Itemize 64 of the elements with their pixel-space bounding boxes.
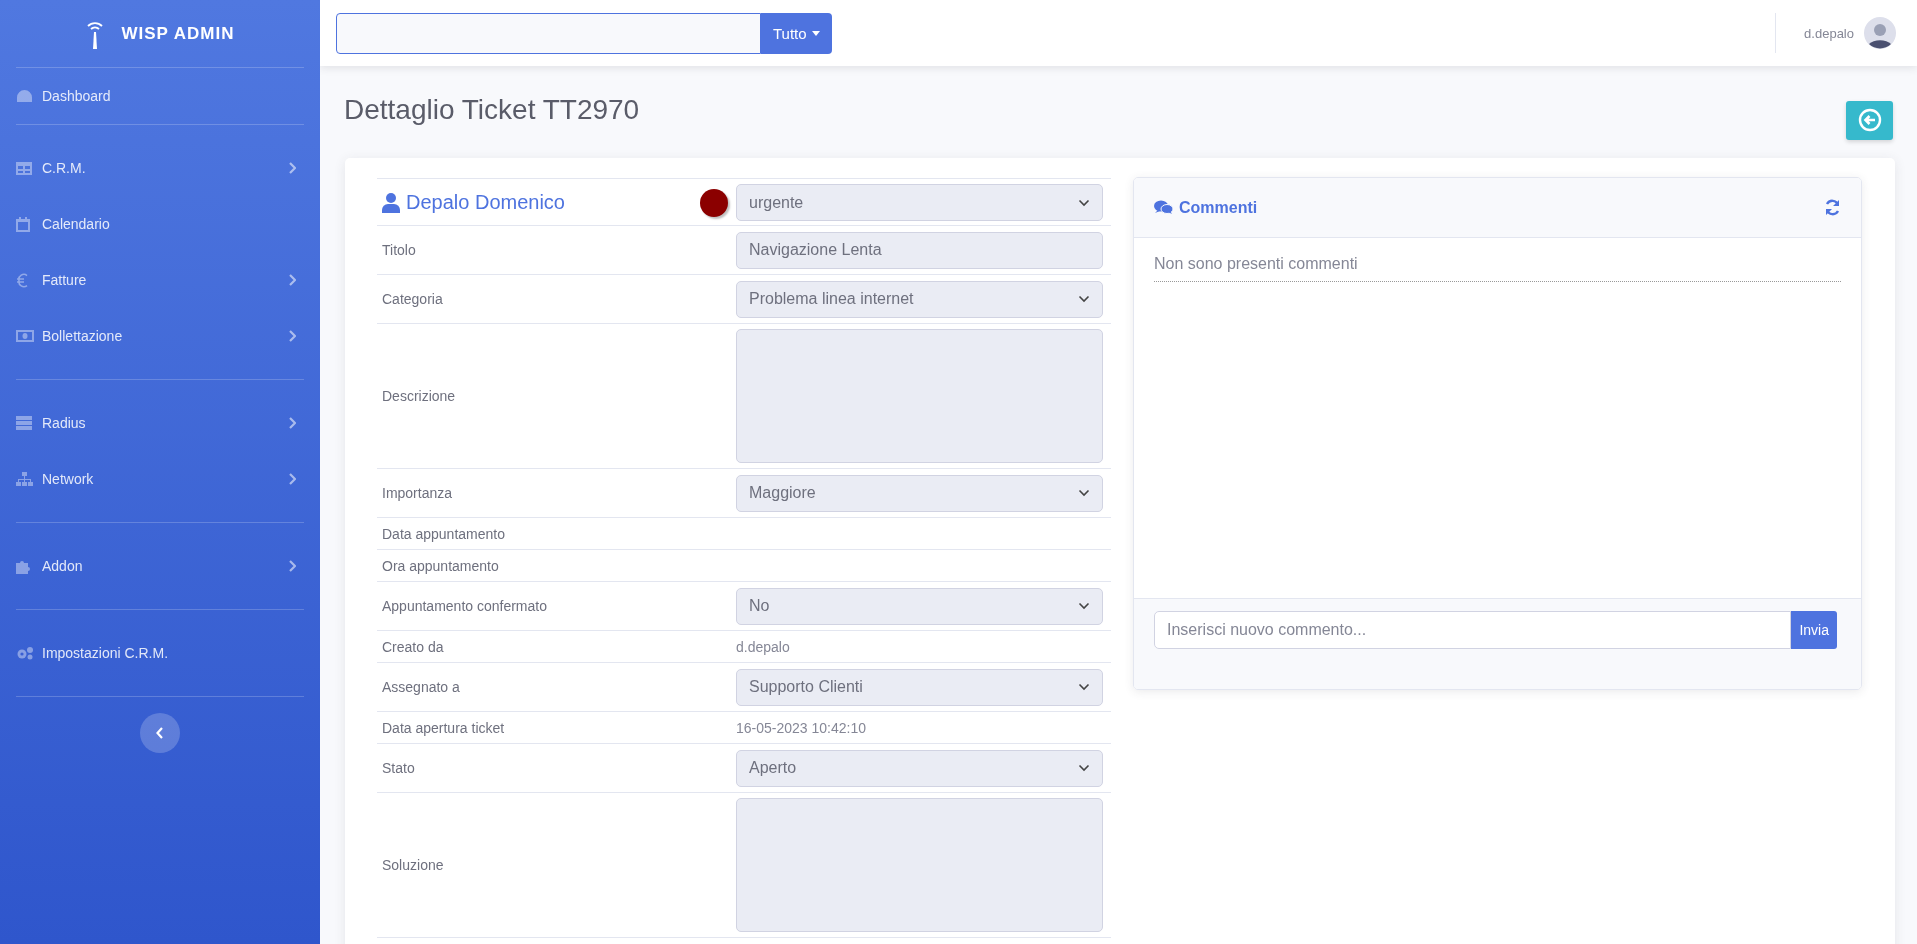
sidebar-item[interactable]: Radius bbox=[16, 395, 304, 451]
field-label: Titolo bbox=[381, 242, 417, 258]
brand-name: WISP ADMIN bbox=[121, 23, 235, 44]
filter-dropdown-button[interactable]: Tutto bbox=[761, 12, 832, 54]
euro-icon bbox=[16, 272, 28, 288]
priority-select[interactable]: urgente bbox=[736, 184, 1103, 221]
sidebar-item[interactable]: C.R.M. bbox=[16, 140, 304, 196]
field-label: Data appuntamento bbox=[381, 525, 506, 542]
calendar-icon bbox=[16, 216, 30, 232]
circle-arrow-left-icon bbox=[1857, 108, 1882, 132]
dropdown-select[interactable]: Supporto Clienti bbox=[736, 668, 1103, 706]
field-label: Data apertura ticket bbox=[381, 719, 506, 736]
sidebar-item[interactable]: Impostazioni C.R.M. bbox=[16, 625, 304, 681]
dropdown-select[interactable]: Aperto bbox=[736, 749, 1103, 787]
table-icon bbox=[16, 161, 32, 175]
title-input-field[interactable]: Navigazione Lenta bbox=[736, 231, 1103, 269]
field-value: d.depalo bbox=[736, 638, 790, 655]
refresh-icon[interactable] bbox=[1824, 199, 1841, 216]
send-button[interactable]: Invia bbox=[1791, 611, 1837, 649]
field-label: Soluzione bbox=[381, 857, 445, 873]
caret-down-icon bbox=[811, 30, 820, 36]
chat-bubbles-icon bbox=[1154, 200, 1173, 215]
field-label: Appuntamento confermato bbox=[381, 598, 548, 614]
page-title: Dettaglio Ticket TT2970 bbox=[344, 94, 640, 126]
gauge-icon bbox=[16, 89, 33, 103]
comments-title: Commenti bbox=[1179, 198, 1258, 217]
sidebar-item[interactable]: Addon bbox=[16, 538, 304, 594]
sidebar-collapse-button[interactable] bbox=[140, 713, 180, 753]
field-value: 16-05-2023 10:42:10 bbox=[736, 719, 866, 736]
chevron-down-icon bbox=[1078, 489, 1090, 497]
banknote-icon bbox=[16, 330, 34, 342]
dropdown-select[interactable]: No bbox=[736, 587, 1103, 625]
sidebar-item[interactable]: Network bbox=[16, 451, 304, 507]
sidebar-item[interactable]: Fatture bbox=[16, 252, 304, 308]
dropdown-select[interactable]: Maggiore bbox=[736, 474, 1103, 512]
customer-name[interactable]: Depalo Domenico bbox=[406, 191, 565, 214]
sidebar-item[interactable]: Calendario bbox=[16, 196, 304, 252]
sidebar-item[interactable]: Dashboard bbox=[16, 68, 304, 124]
field-label: Ora appuntamento bbox=[381, 557, 500, 574]
empty-comments-message: Non sono presenti commenti bbox=[1154, 255, 1841, 282]
sitemap-icon bbox=[16, 472, 33, 486]
chevron-down-icon bbox=[1078, 295, 1090, 303]
field-label: Stato bbox=[381, 760, 416, 776]
chevron-left-icon bbox=[156, 727, 164, 739]
back-button[interactable] bbox=[1846, 100, 1893, 140]
server-icon bbox=[16, 416, 32, 430]
comment-input-field[interactable]: Inserisci nuovo commento... bbox=[1154, 611, 1792, 649]
field-label: Categoria bbox=[381, 291, 444, 307]
chevron-down-icon bbox=[1078, 764, 1090, 772]
gears-icon bbox=[16, 646, 34, 660]
user-icon bbox=[382, 192, 400, 213]
sidebar-item[interactable]: Bollettazione bbox=[16, 308, 304, 364]
avatar-icon[interactable] bbox=[1864, 17, 1896, 49]
field-label: Assegnato a bbox=[381, 679, 461, 695]
chevron-down-icon bbox=[1078, 198, 1090, 207]
chevron-down-icon bbox=[1078, 683, 1090, 691]
field-label: Creato da bbox=[381, 638, 445, 655]
dropdown-select[interactable]: Problema linea internet bbox=[736, 280, 1103, 318]
puzzle-icon bbox=[16, 558, 32, 574]
chevron-down-icon bbox=[1078, 602, 1090, 610]
search-field[interactable] bbox=[336, 12, 761, 54]
field-label: Descrizione bbox=[381, 388, 457, 404]
user-name[interactable]: d.depalo bbox=[1804, 25, 1854, 41]
field-label: Importanza bbox=[381, 485, 454, 501]
